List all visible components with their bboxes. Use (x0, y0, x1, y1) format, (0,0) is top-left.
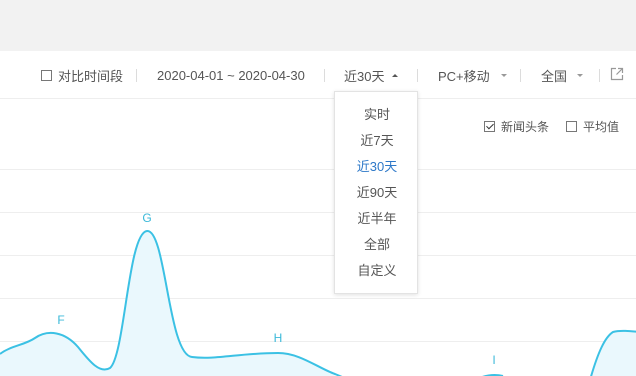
period-option-custom[interactable]: 自定义 (335, 258, 419, 284)
period-option-half-year[interactable]: 近半年 (335, 206, 419, 232)
point-label-i: I (492, 353, 495, 367)
period-option-30d[interactable]: 近30天 (335, 154, 419, 180)
point-label-g: G (142, 211, 151, 225)
series-area (0, 230, 636, 376)
series-line (0, 229, 636, 376)
period-dropdown-menu: 实时 近7天 近30天 近90天 近半年 全部 自定义 (334, 91, 418, 294)
point-label-h: H (274, 331, 283, 345)
period-option-7d[interactable]: 近7天 (335, 128, 419, 154)
point-label-f: F (57, 313, 64, 327)
period-option-realtime[interactable]: 实时 (335, 102, 419, 128)
period-option-90d[interactable]: 近90天 (335, 180, 419, 206)
period-option-all[interactable]: 全部 (335, 232, 419, 258)
trend-chart: F G H I (0, 211, 636, 376)
